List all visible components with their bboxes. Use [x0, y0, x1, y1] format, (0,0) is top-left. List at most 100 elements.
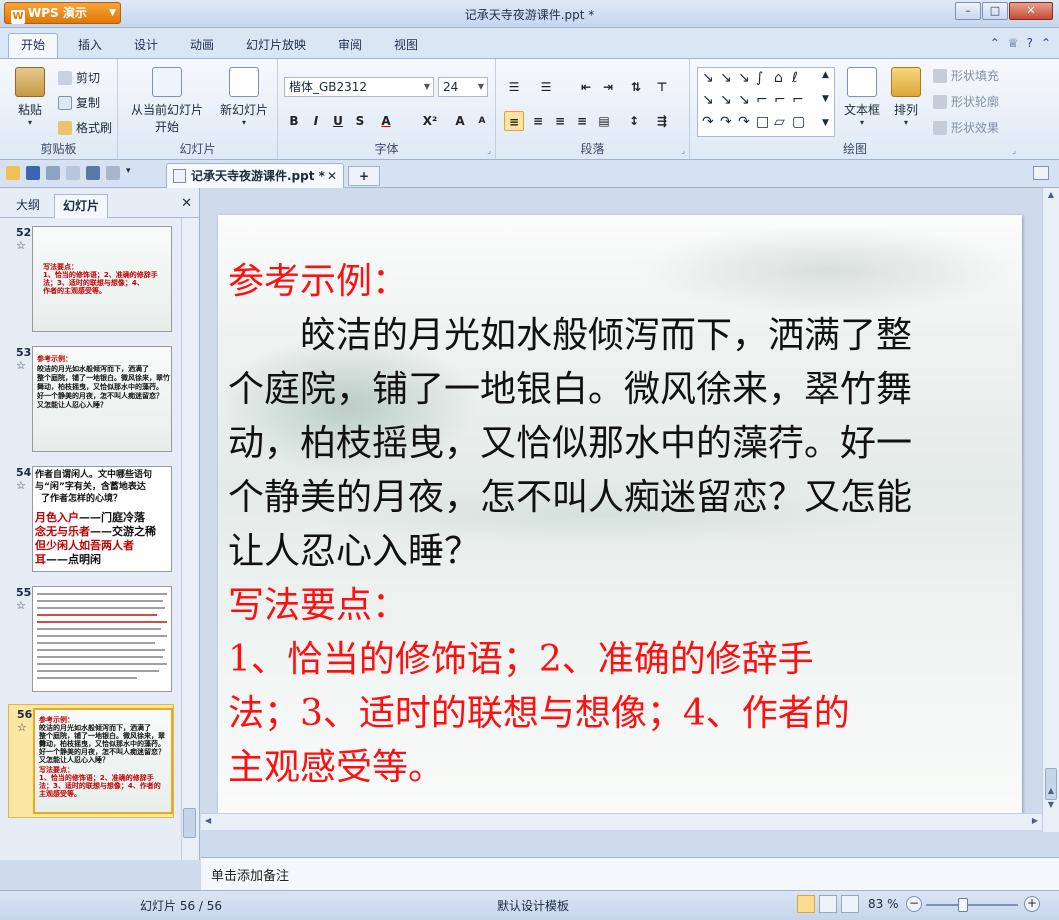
connector-arrow-shape-icon[interactable]: ↘	[720, 92, 732, 108]
close-document-icon[interactable]: ✕	[327, 164, 337, 188]
increase-indent-icon[interactable]: ⇥	[598, 77, 618, 97]
connector-shape-icon[interactable]: ↘	[702, 92, 714, 108]
align-left-icon[interactable]: ≡	[504, 111, 524, 131]
font-name-select[interactable]: 楷体_GB2312 ▼	[284, 77, 434, 97]
slide-thumbnail-55[interactable]: 55 ☆	[8, 586, 174, 694]
curved-elbow-icon[interactable]: ↷	[738, 114, 750, 130]
double-arrow-shape-icon[interactable]: ↘	[738, 70, 750, 86]
slideshow-view-icon[interactable]	[841, 895, 859, 913]
undo-icon[interactable]	[86, 166, 100, 180]
slide-sorter-view-icon[interactable]	[819, 895, 837, 913]
maximize-button[interactable]: □	[982, 2, 1008, 20]
next-slide-icon[interactable]: ▼	[1043, 800, 1059, 809]
align-right-icon[interactable]: ≡	[550, 111, 570, 131]
shapes-gallery[interactable]: ↘ ↘ ↘ ∫ ⌂ ℓ ↘ ↘ ↘ ⌐ ⌐ ⌐ ↷ ↷ ↷ □ ▱ ▢ ▲ ▼ …	[697, 67, 835, 137]
superscript-button[interactable]: X²	[420, 111, 440, 131]
copy-button[interactable]: 复制	[58, 94, 100, 111]
underline-button[interactable]: U	[328, 111, 348, 131]
gallery-up-icon[interactable]: ▲	[822, 70, 829, 80]
tab-review[interactable]: 审阅	[338, 34, 362, 56]
elbow-double-arrow-icon[interactable]: ⌐	[774, 92, 786, 108]
scroll-right-icon[interactable]: ▶	[1032, 816, 1038, 825]
new-slide-button[interactable]: 新幻灯片 ▾	[216, 67, 272, 127]
dialog-launcher-icon[interactable]: ⌟	[1012, 146, 1016, 155]
zoom-slider-track[interactable]	[926, 904, 1018, 906]
shrink-font-button[interactable]: A	[472, 111, 492, 131]
thumbnail-scrollbar[interactable]	[181, 218, 197, 860]
scrollbar-thumb[interactable]	[183, 808, 196, 838]
scribble-shape-icon[interactable]: ℓ	[792, 70, 798, 86]
bold-button[interactable]: B	[284, 111, 304, 131]
scroll-left-icon[interactable]: ◀	[205, 816, 211, 825]
window-mode-icon[interactable]	[1033, 166, 1049, 180]
grow-font-button[interactable]: A	[450, 111, 470, 131]
line-shape-icon[interactable]: ↘	[702, 70, 714, 86]
zoom-out-icon[interactable]: −	[906, 896, 922, 912]
slide-text-box[interactable]: 参考示例： 皎洁的月光如水般倾泻而下，洒满了整 个庭院，铺了一地银白。微风徐来，…	[228, 255, 1008, 795]
tab-insert[interactable]: 插入	[78, 34, 102, 56]
arrange-button[interactable]: 排列 ▾	[886, 67, 926, 127]
previous-slide-icon[interactable]: ▲	[1043, 786, 1059, 795]
play-from-current-button[interactable]: 从当前幻灯片 开始	[126, 67, 208, 135]
open-icon[interactable]	[6, 166, 20, 180]
normal-view-icon[interactable]	[797, 895, 815, 913]
tab-slides[interactable]: 幻灯片	[54, 194, 109, 218]
curved-arrow-icon[interactable]: ↷	[702, 114, 714, 130]
arrow-shape-icon[interactable]: ↘	[720, 70, 732, 86]
tab-animation[interactable]: 动画	[190, 34, 214, 56]
scrollbar-thumb[interactable]	[1045, 768, 1057, 800]
format-painter-button[interactable]: 格式刷	[58, 119, 112, 136]
print-preview-icon[interactable]	[66, 166, 80, 180]
chevron-up-icon[interactable]: ⌃	[990, 36, 1000, 50]
parallelogram-shape-icon[interactable]: ▱	[774, 114, 785, 130]
tab-view[interactable]: 视图	[394, 34, 418, 56]
font-color-button[interactable]: A	[376, 111, 396, 131]
notes-pane[interactable]: 单击添加备注	[201, 857, 1059, 890]
tab-slideshow[interactable]: 幻灯片放映	[246, 34, 306, 56]
rounded-rect-shape-icon[interactable]: ▢	[792, 114, 805, 130]
skin-icon[interactable]: ♕	[1008, 36, 1019, 50]
font-size-select[interactable]: 24 ▼	[438, 77, 488, 97]
gallery-down-icon[interactable]: ▼	[822, 94, 829, 104]
shape-outline-button[interactable]: 形状轮廓	[933, 93, 999, 110]
close-button[interactable]: ✕	[1009, 2, 1053, 20]
shadow-button[interactable]: S	[350, 111, 370, 131]
textbox-button[interactable]: 文本框 ▾	[840, 67, 884, 127]
slide-vertical-scrollbar[interactable]: ▲ ▲ ▼	[1042, 188, 1059, 832]
slide-horizontal-scrollbar[interactable]: ◀ ▶	[201, 813, 1042, 830]
freeform-shape-icon[interactable]: ⌂	[774, 70, 783, 86]
zoom-in-icon[interactable]: +	[1024, 896, 1040, 912]
justify-icon[interactable]: ≡	[572, 111, 592, 131]
slide-thumbnail-56[interactable]: 56 ☆ 参考示例： 皎洁的月光如水般倾泻而下，洒满了 整个庭院，铺了一地银白。…	[8, 704, 174, 818]
print-icon[interactable]	[46, 166, 60, 180]
curve-shape-icon[interactable]: ∫	[756, 70, 763, 86]
redo-icon[interactable]	[106, 166, 120, 180]
curved-connector-icon[interactable]: ⌐	[792, 92, 804, 108]
slide-thumbnail-53[interactable]: 53 ☆ 参考示例： 皎洁的月光如水般倾泻而下，洒满了 整个庭院，铺了一地银白。…	[8, 346, 174, 454]
align-text-icon[interactable]: ⊤	[652, 77, 672, 97]
shape-effect-button[interactable]: 形状效果	[933, 119, 999, 136]
columns-icon[interactable]: ⇶	[652, 111, 672, 131]
close-panel-icon[interactable]: ✕	[181, 196, 192, 211]
save-icon[interactable]	[26, 166, 40, 180]
new-tab-button[interactable]: +	[348, 166, 380, 186]
italic-button[interactable]: I	[306, 111, 326, 131]
bullets-icon[interactable]: ☰	[504, 77, 524, 97]
current-slide[interactable]: 参考示例： 皎洁的月光如水般倾泻而下，洒满了整 个庭院，铺了一地银白。微风徐来，…	[218, 215, 1022, 817]
elbow-arrow-icon[interactable]: ⌐	[756, 92, 768, 108]
tab-design[interactable]: 设计	[134, 34, 158, 56]
line-spacing-icon[interactable]: ↕	[624, 111, 644, 131]
distribute-icon[interactable]: ▤	[594, 111, 614, 131]
align-center-icon[interactable]: ≡	[528, 111, 548, 131]
paste-button[interactable]: 粘贴 ▾	[10, 67, 50, 127]
decrease-indent-icon[interactable]: ⇤	[576, 77, 596, 97]
rectangle-shape-icon[interactable]: □	[756, 114, 769, 130]
tab-home[interactable]: 开始	[8, 33, 59, 58]
ribbon-minimize-icon[interactable]: ⌃	[1041, 36, 1051, 50]
slide-thumbnail-52[interactable]: 52 ☆ 写法要点： 1、恰当的修饰语；2、准确的修辞手 法；3、适时的联想与想…	[8, 226, 174, 334]
minimize-button[interactable]: –	[955, 2, 981, 20]
numbering-icon[interactable]: ☰	[536, 77, 556, 97]
gallery-more-icon[interactable]: ▼	[822, 118, 829, 128]
help-icon[interactable]: ?	[1027, 36, 1033, 50]
dialog-launcher-icon[interactable]: ⌟	[487, 146, 491, 155]
